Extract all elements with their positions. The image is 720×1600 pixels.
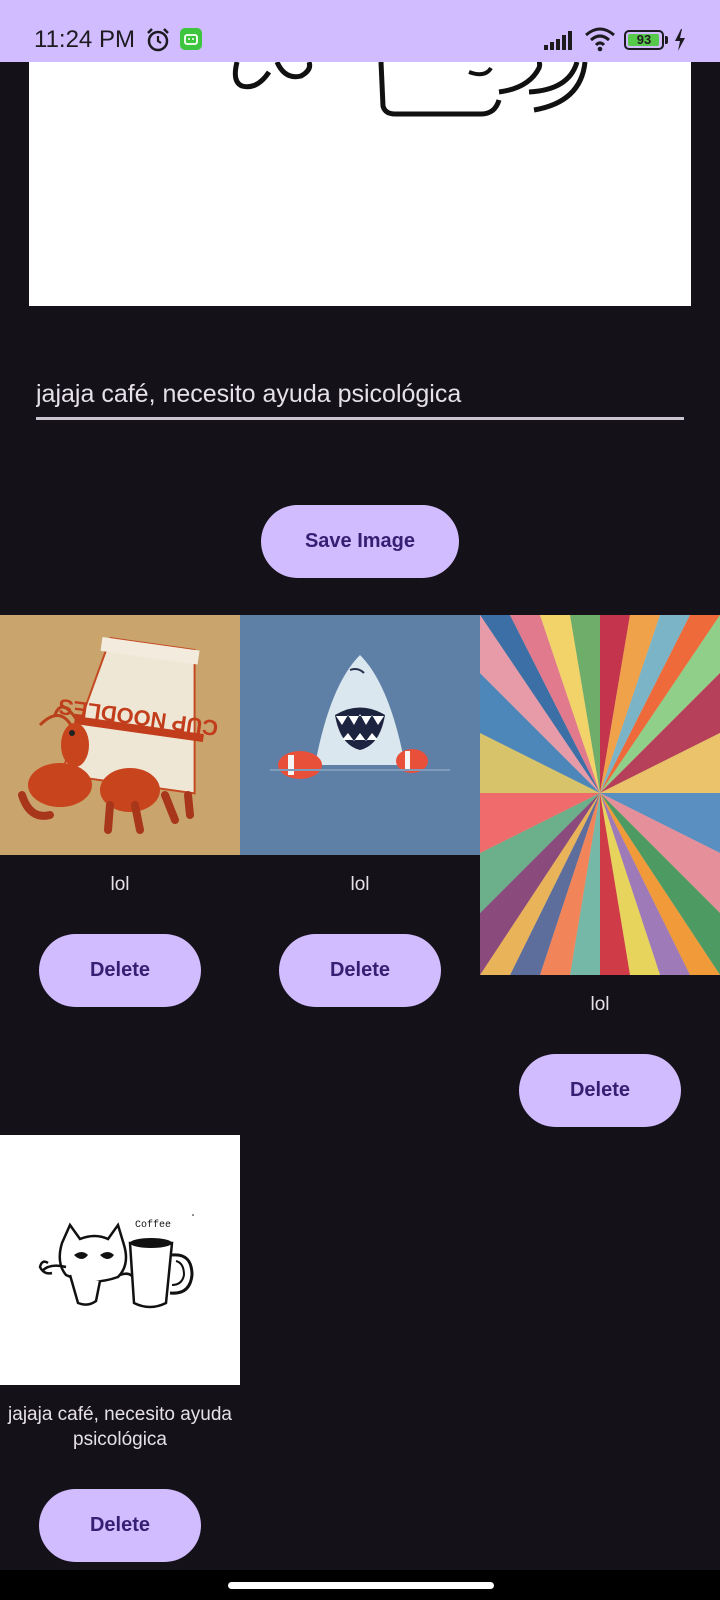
gallery-caption-3: lol [590, 994, 610, 1015]
gallery-image-rainbow-rays[interactable] [480, 615, 720, 975]
home-gesture-handle[interactable] [228, 1582, 494, 1589]
charging-icon [674, 29, 686, 56]
coffee-text: Coffee [135, 1219, 171, 1231]
gallery-image-cat-coffee[interactable]: Coffee [0, 1135, 240, 1385]
selected-image-preview [29, 62, 691, 306]
alarm-icon [144, 26, 172, 59]
status-time: 11:24 PM [34, 26, 135, 53]
gallery-image-shark[interactable] [240, 615, 480, 855]
save-image-button[interactable]: Save Image [261, 505, 459, 578]
gallery-caption-1: lol [110, 874, 130, 895]
delete-button-4[interactable]: Delete [39, 1489, 201, 1562]
battery-level: 93 [636, 32, 652, 47]
delete-button-1[interactable]: Delete [39, 934, 201, 1007]
gallery-caption-4: jajaja café, necesito ayuda psicológica [8, 1404, 232, 1450]
delete-button-2[interactable]: Delete [279, 934, 441, 1007]
caption-input[interactable] [36, 380, 684, 417]
navigation-bar [0, 1570, 720, 1600]
signal-icon [544, 30, 576, 55]
caption-underline [36, 417, 684, 420]
gallery-caption-2: lol [350, 874, 370, 895]
status-bar: 11:24 PM 93 [0, 0, 720, 62]
delete-button-3[interactable]: Delete [519, 1054, 681, 1127]
battery-cap [665, 36, 668, 44]
wifi-icon [584, 26, 616, 57]
caption-field[interactable] [36, 380, 684, 420]
battery-icon: 93 [624, 30, 664, 50]
app-notification-icon [180, 28, 202, 50]
gallery-image-cup-noodles[interactable]: CUP NOODLES [0, 615, 240, 855]
